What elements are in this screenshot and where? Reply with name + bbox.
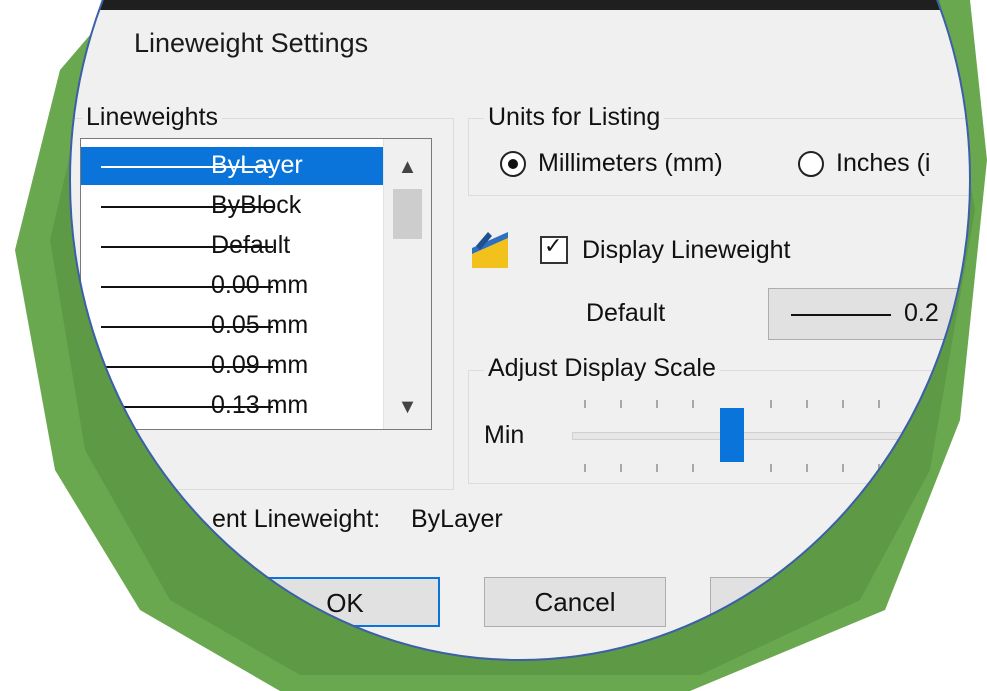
slider-tick [656,400,658,408]
lineweights-group-label: Lineweights [82,103,223,132]
display-lineweight-checkbox[interactable]: ✓ [540,233,568,264]
millimeters-radio[interactable] [500,151,526,177]
magnifier-lens: Lineweight Settings Lineweights ByLayer … [70,0,970,660]
check-icon: ✓ [544,233,563,258]
slider-tick [584,464,586,472]
list-item-label: ByBlock [211,191,302,219]
radio-selected-dot [508,159,518,169]
lineweight-listbox[interactable]: ByLayer ByBlock Default 0.00 mm 0.05 mm … [80,138,432,430]
list-item-label: ByLayer [211,151,303,179]
slider-tick [656,464,658,472]
slider-tick [620,400,622,408]
help-button[interactable] [710,577,870,627]
slider-tick [584,400,586,408]
slider-tick [692,400,694,408]
ok-button[interactable]: OK [250,577,440,627]
line-sample [791,314,891,316]
current-lineweight-value: ByLayer [411,505,503,533]
slider-tick [770,400,772,408]
default-lineweight-dropdown[interactable]: 0.2 [768,288,970,340]
dialog-title: Lineweight Settings [134,28,369,58]
list-item-label: 0.13 mm [211,391,309,419]
slider-tick [620,464,622,472]
list-item-0-13mm[interactable]: 0.13 mm [81,387,383,425]
slider-tick [770,464,772,472]
adjust-scale-group-label: Adjust Display Scale [484,354,720,383]
scroll-thumb[interactable] [393,189,422,239]
list-item-bylayer[interactable]: ByLayer [81,147,383,185]
slider-tick [806,400,808,408]
millimeters-label[interactable]: Millimeters (mm) [538,149,723,178]
listbox-scrollbar[interactable]: ▲ ▼ [383,139,431,429]
default-label: Default [586,299,666,327]
slider-tick [878,400,880,408]
inches-radio[interactable] [798,151,824,177]
list-item-byblock[interactable]: ByBlock [81,187,383,225]
default-lineweight-value: 0.2 [904,299,939,327]
slider-tick [692,464,694,472]
inches-label[interactable]: Inches (i [836,149,930,178]
lineweight-icon [472,232,508,268]
display-lineweight-label[interactable]: Display Lineweight [582,236,790,265]
scale-min-label: Min [484,421,525,449]
lineweight-settings-dialog: Lineweight Settings Lineweights ByLayer … [70,0,970,660]
scroll-down-icon[interactable]: ▼ [384,387,431,427]
list-item-0-09mm[interactable]: 0.09 mm [81,347,383,385]
adjust-scale-group [468,370,970,484]
slider-tick [878,464,880,472]
slider-tick [842,464,844,472]
list-item-default[interactable]: Default [81,227,383,265]
list-item-0-00mm[interactable]: 0.00 mm [81,267,383,305]
current-lineweight-label: ent Lineweight: [212,505,381,533]
list-item-0-05mm[interactable]: 0.05 mm [81,307,383,345]
list-item-label: Default [211,231,291,259]
cancel-button[interactable]: Cancel [484,577,666,627]
scale-slider-thumb[interactable] [720,408,744,462]
list-item-label: 0.05 mm [211,311,309,339]
scroll-up-icon[interactable]: ▲ [384,147,431,187]
slider-tick [806,464,808,472]
window-frame-top [70,0,970,10]
list-item-label: 0.00 mm [211,271,309,299]
list-item-label: 0.09 mm [211,351,309,379]
units-group-label: Units for Listing [484,103,665,132]
slider-tick [842,400,844,408]
